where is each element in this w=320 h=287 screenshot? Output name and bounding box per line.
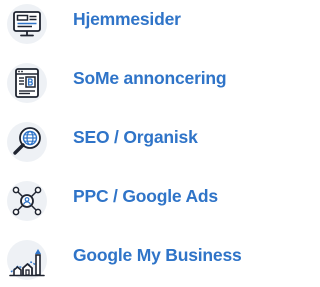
social-media-ad-icon <box>6 62 48 104</box>
service-link-seo-organisk[interactable]: SEO / Organisk <box>0 118 261 168</box>
ppc-network-icon <box>6 180 48 222</box>
google-my-business-icon <box>6 239 48 281</box>
service-label-hjemmesider: Hjemmesider <box>73 9 181 29</box>
service-label-ppc-google-ads: PPC / Google Ads <box>73 186 218 206</box>
service-label-google-my-business: Google My Business <box>73 245 242 265</box>
service-label-some-annoncering: SoMe annoncering <box>73 68 227 88</box>
seo-magnifier-globe-icon <box>6 121 48 163</box>
service-link-some-annoncering[interactable]: SoMe annoncering <box>0 59 261 109</box>
service-link-ppc-google-ads[interactable]: PPC / Google Ads <box>0 177 261 227</box>
service-label-seo-organisk: SEO / Organisk <box>73 127 198 147</box>
website-monitor-icon <box>6 3 48 45</box>
service-link-google-my-business[interactable]: Google My Business <box>0 236 261 286</box>
service-link-hjemmesider[interactable]: Hjemmesider <box>0 0 261 50</box>
